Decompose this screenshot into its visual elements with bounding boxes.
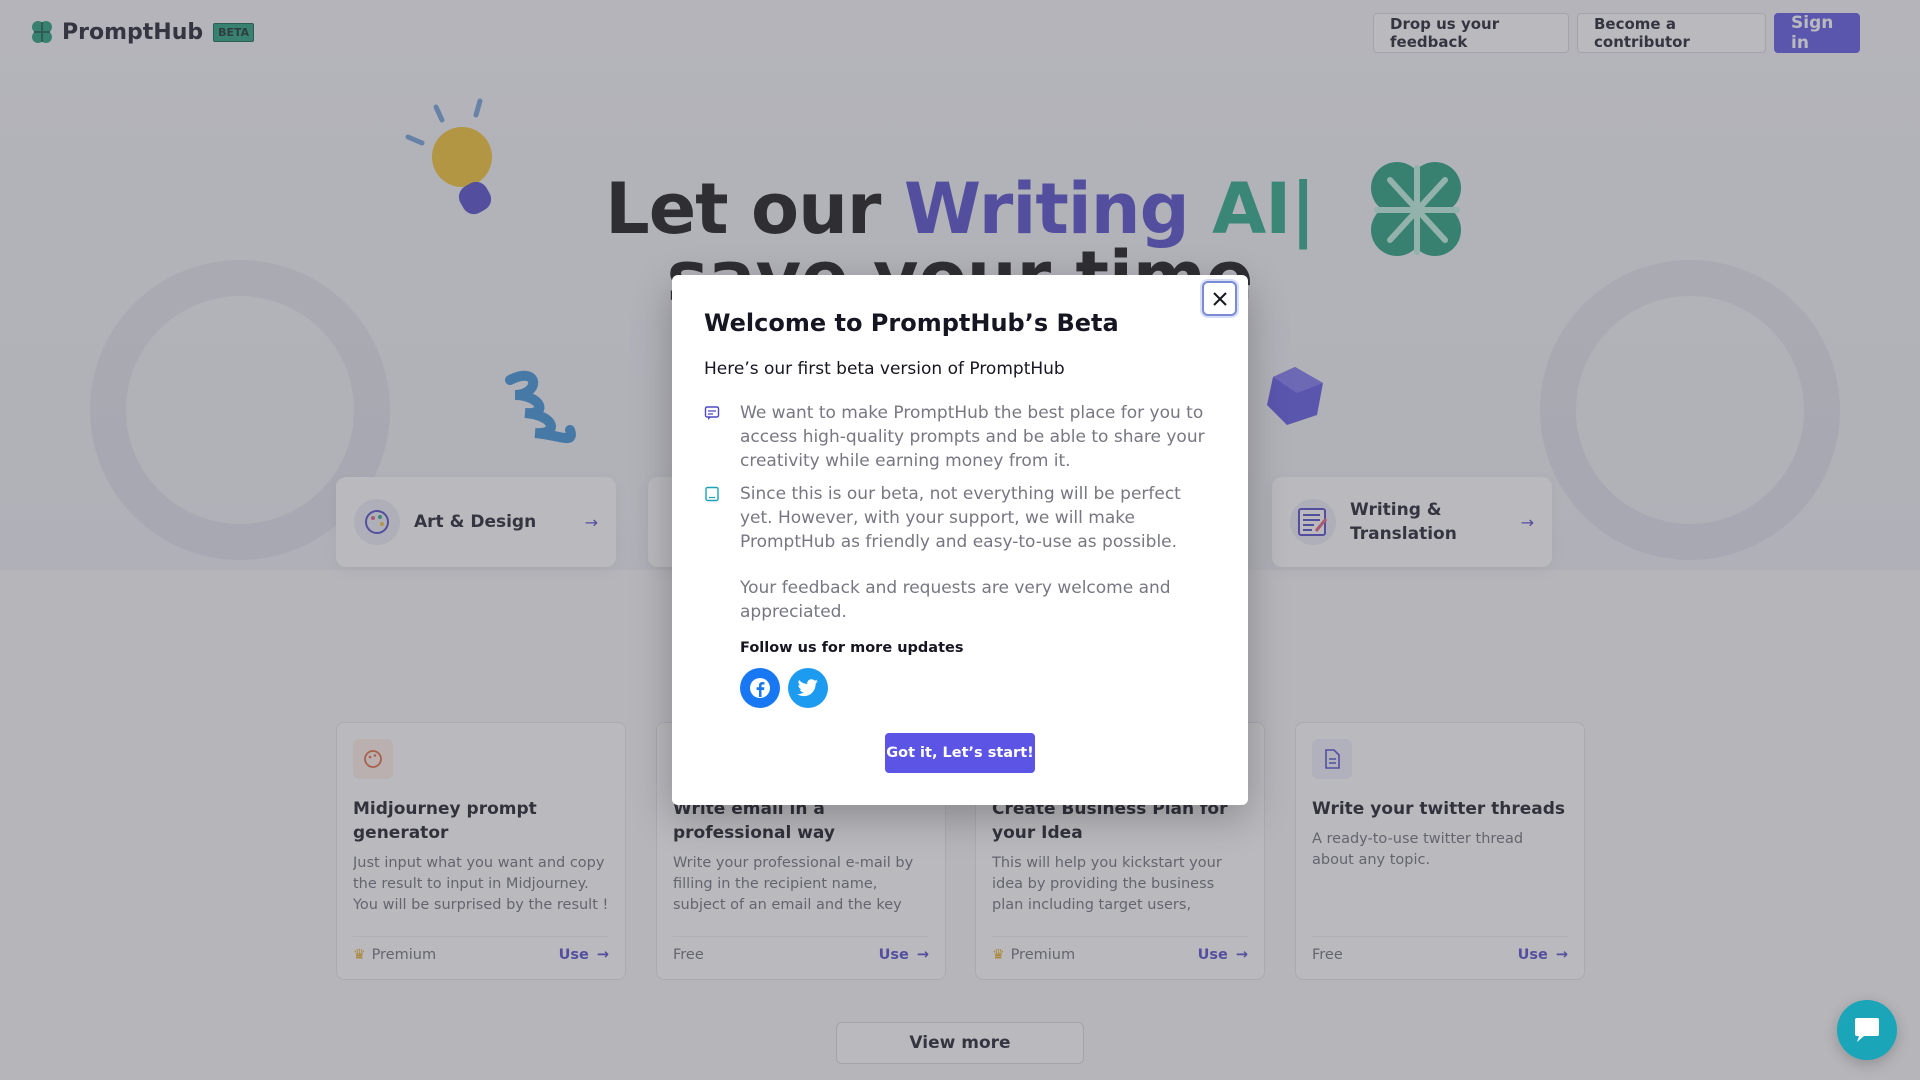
got-it-start-button[interactable]: Got it, Let’s start! bbox=[885, 733, 1035, 773]
welcome-modal: Welcome to PromptHub’s Beta Here’s our f… bbox=[672, 275, 1248, 805]
twitter-icon bbox=[797, 679, 819, 697]
follow-title: Follow us for more updates bbox=[740, 640, 964, 656]
twitter-button[interactable] bbox=[788, 668, 828, 708]
tablet-icon bbox=[704, 482, 720, 554]
facebook-icon bbox=[750, 678, 770, 698]
modal-note: Your feedback and requests are very welc… bbox=[740, 578, 1171, 622]
modal-list: We want to make PromptHub the best place… bbox=[704, 401, 1216, 554]
message-icon bbox=[704, 401, 720, 473]
modal-list-text: We want to make PromptHub the best place… bbox=[740, 403, 1205, 471]
modal-subtitle: Here’s our first beta version of PromptH… bbox=[704, 359, 1065, 379]
modal-list-item: We want to make PromptHub the best place… bbox=[704, 401, 1216, 473]
modal-title: Welcome to PromptHub’s Beta bbox=[704, 309, 1119, 337]
modal-list-text: Since this is our beta, not everything w… bbox=[740, 484, 1181, 552]
facebook-button[interactable] bbox=[740, 668, 780, 708]
modal-list-item: Since this is our beta, not everything w… bbox=[704, 482, 1216, 554]
close-button[interactable] bbox=[1202, 281, 1237, 316]
chat-icon bbox=[1855, 1018, 1879, 1042]
social-links bbox=[740, 668, 1216, 708]
chat-launcher-button[interactable] bbox=[1837, 1000, 1897, 1060]
close-icon bbox=[1212, 291, 1227, 306]
